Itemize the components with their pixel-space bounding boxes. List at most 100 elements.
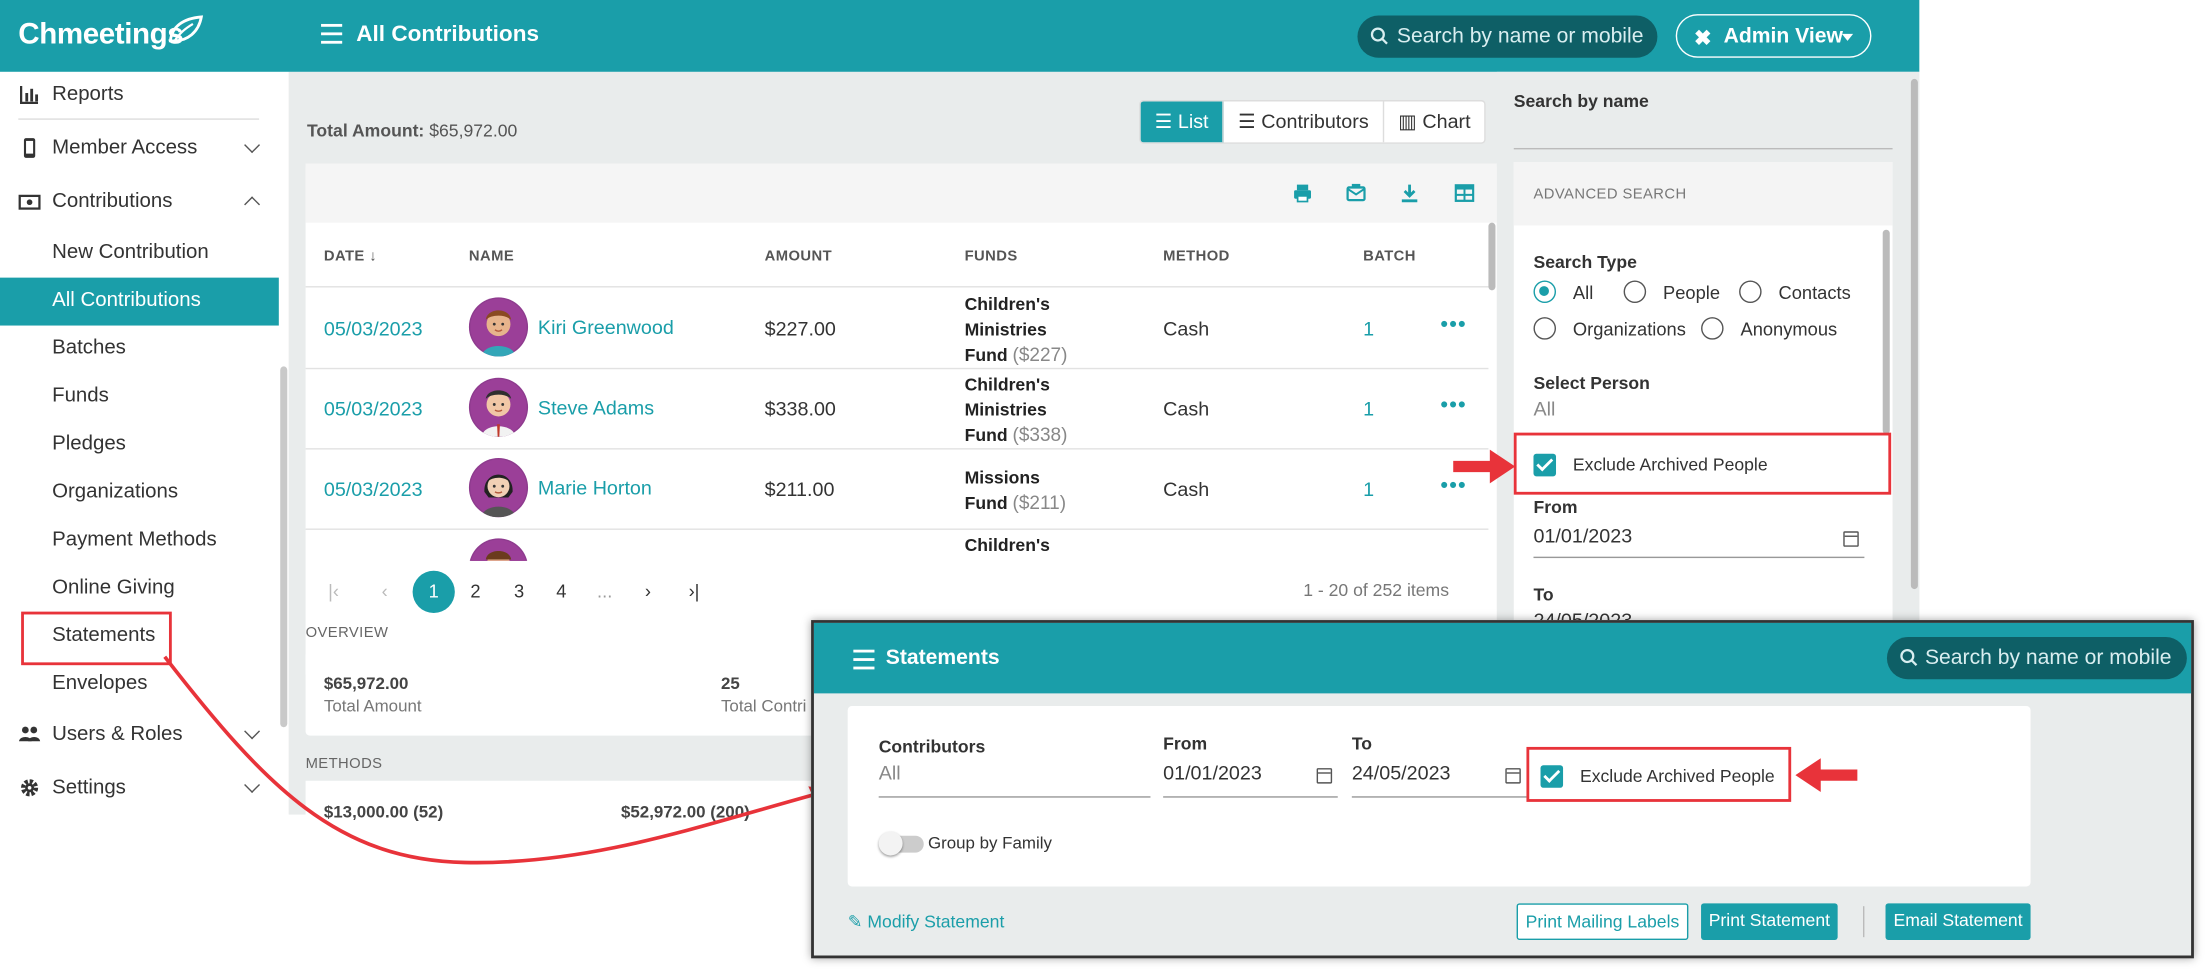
radio-people[interactable] xyxy=(1623,280,1647,303)
page-button[interactable]: 4 xyxy=(556,581,566,602)
next-page-icon[interactable]: › xyxy=(645,581,651,602)
table-columns-icon[interactable] xyxy=(1454,183,1475,203)
from-date-input[interactable]: 01/01/2023 xyxy=(1533,524,1632,547)
avatar xyxy=(468,297,529,357)
modify-statement-link[interactable]: ✎ Modify Statement xyxy=(848,910,1005,932)
funds-cell: Children's Ministries Fund ($338) xyxy=(965,372,1068,448)
sidebar-item-users-roles[interactable]: Users & Roles xyxy=(0,712,279,760)
advanced-search-scrollbar[interactable] xyxy=(1882,229,1890,435)
calendar-icon[interactable] xyxy=(1505,768,1521,784)
table-row[interactable]: 05/03/2023 Marie Horton $211.00 Missions… xyxy=(305,450,1489,530)
sidebar-item-pledges[interactable]: Pledges xyxy=(0,421,279,469)
last-page-icon[interactable]: ›| xyxy=(689,581,700,602)
sidebar-item-label: Contributions xyxy=(52,190,173,213)
tab-contributors[interactable]: ☰ Contributors xyxy=(1224,101,1385,143)
sidebar-item-reports[interactable]: Reports xyxy=(0,72,279,120)
calendar-icon[interactable] xyxy=(1843,531,1859,547)
more-options-icon[interactable]: ••• xyxy=(1441,393,1467,417)
page-scrollbar[interactable] xyxy=(1910,78,1918,590)
to-label: To xyxy=(1351,734,1373,754)
method-cell: Cash xyxy=(1163,477,1210,501)
tab-label: Contributors xyxy=(1261,109,1369,133)
logo-leaf-icon xyxy=(168,15,204,43)
admin-view-button[interactable]: ✖ Admin View xyxy=(1675,14,1872,58)
contributors-input[interactable]: All xyxy=(879,761,901,784)
app-logo[interactable]: Chmeetings xyxy=(18,18,183,52)
pager-info: 1 - 20 of 252 items xyxy=(1303,580,1449,601)
column-header-amount[interactable]: AMOUNT xyxy=(765,248,832,265)
menu-icon[interactable] xyxy=(321,23,343,49)
radio-contacts[interactable] xyxy=(1739,280,1762,303)
date-link[interactable]: 05/03/2023 xyxy=(324,478,423,501)
sidebar-scrollbar[interactable] xyxy=(280,366,288,728)
download-icon[interactable] xyxy=(1400,183,1420,203)
mail-print-icon[interactable] xyxy=(1346,183,1366,203)
sidebar-item-all-contributions[interactable]: All Contributions xyxy=(0,277,279,326)
search-by-name-input[interactable] xyxy=(1513,147,1893,150)
radio-all[interactable] xyxy=(1533,280,1557,303)
fund-amount: ($227) xyxy=(1012,343,1068,366)
table-row[interactable]: 05/03/2023 Steve Adams $338.00 Children'… xyxy=(305,369,1489,450)
print-statement-button[interactable]: Print Statement xyxy=(1701,903,1838,940)
page-ellipsis[interactable]: ... xyxy=(597,581,612,602)
tab-list[interactable]: ☰ List xyxy=(1140,101,1225,143)
from-date-input[interactable]: 01/01/2023 xyxy=(1163,761,1262,784)
page-button[interactable]: 2 xyxy=(470,581,480,602)
calendar-icon[interactable] xyxy=(1316,768,1333,784)
to-date-input[interactable]: 24/05/2023 xyxy=(1533,610,1632,620)
sidebar-item-new-contribution[interactable]: New Contribution xyxy=(0,230,279,278)
column-header-name[interactable]: NAME xyxy=(469,248,514,265)
column-header-batch[interactable]: BATCH xyxy=(1363,248,1416,265)
sidebar-item-settings[interactable]: Settings xyxy=(0,765,279,813)
table-row[interactable]: Children's xyxy=(306,530,1489,561)
batch-link[interactable]: 1 xyxy=(1363,317,1374,340)
contributor-name-link[interactable]: Kiri Greenwood xyxy=(538,316,674,339)
column-header-funds[interactable]: FUNDS xyxy=(965,248,1018,265)
prev-page-icon[interactable]: ‹ xyxy=(382,581,388,602)
statements-search-input[interactable]: Search by name or mobile xyxy=(1886,636,2187,680)
sidebar-item-contributions[interactable]: Contributions xyxy=(0,179,279,227)
sidebar-item-payment-methods[interactable]: Payment Methods xyxy=(0,517,279,565)
contributor-name-link[interactable]: Steve Adams xyxy=(538,396,654,419)
column-label: DATE xyxy=(323,248,365,265)
sidebar-item-organizations[interactable]: Organizations xyxy=(0,469,279,517)
column-header-date[interactable]: DATE ↓ xyxy=(324,248,377,265)
sidebar-item-label: Batches xyxy=(52,336,126,360)
tab-chart[interactable]: ▥ Chart xyxy=(1384,101,1484,142)
date-link[interactable]: 05/03/2023 xyxy=(324,397,423,420)
print-icon[interactable] xyxy=(1293,183,1313,203)
advanced-search-header[interactable]: ADVANCED SEARCH xyxy=(1513,162,1893,226)
batch-link[interactable]: 1 xyxy=(1363,397,1374,420)
sidebar-item-batches[interactable]: Batches xyxy=(0,326,279,374)
to-date-input[interactable]: 24/05/2023 xyxy=(1352,761,1451,784)
select-person-input[interactable]: All xyxy=(1533,397,1555,420)
sidebar-item-online-giving[interactable]: Online Giving xyxy=(0,565,279,613)
statements-filter-card: Contributors All From 01/01/2023 To 24/0… xyxy=(847,706,2031,887)
radio-anonymous[interactable] xyxy=(1701,317,1724,340)
radio-organizations[interactable] xyxy=(1533,317,1557,340)
sidebar-item-envelopes[interactable]: Envelopes xyxy=(0,661,279,709)
contributor-name-link[interactable]: Marie Horton xyxy=(538,476,652,499)
radio-label: Contacts xyxy=(1778,281,1851,303)
batch-link[interactable]: 1 xyxy=(1363,478,1374,501)
more-options-icon[interactable]: ••• xyxy=(1441,313,1467,337)
print-mailing-labels-button[interactable]: Print Mailing Labels xyxy=(1516,903,1689,940)
page-button-current[interactable]: 1 xyxy=(412,570,455,614)
sidebar-item-funds[interactable]: Funds xyxy=(0,373,279,421)
method-value: $13,000.00 (52) xyxy=(323,801,444,822)
global-search-input[interactable]: Search by name or mobile xyxy=(1357,15,1658,58)
first-page-icon[interactable]: |‹ xyxy=(328,581,339,602)
chevron-down-icon xyxy=(244,723,261,740)
table-row[interactable]: 05/03/2023 Kiri Greenwood $227.00 Childr… xyxy=(305,289,1489,370)
date-link[interactable]: 05/03/2023 xyxy=(324,317,423,340)
group-by-family-toggle[interactable] xyxy=(878,831,924,856)
sidebar-item-member-access[interactable]: Member Access xyxy=(0,125,279,173)
exclude-archived-highlight xyxy=(1513,432,1892,495)
sidebar: Reports Member Access Contributions New … xyxy=(0,71,289,815)
column-header-method[interactable]: METHOD xyxy=(1163,248,1230,265)
menu-icon[interactable] xyxy=(853,649,875,675)
email-statement-button[interactable]: Email Statement xyxy=(1885,903,2031,940)
page-button[interactable]: 3 xyxy=(514,581,524,602)
table-scrollbar[interactable] xyxy=(1488,222,1496,291)
fund-line: Fund xyxy=(964,345,1008,366)
